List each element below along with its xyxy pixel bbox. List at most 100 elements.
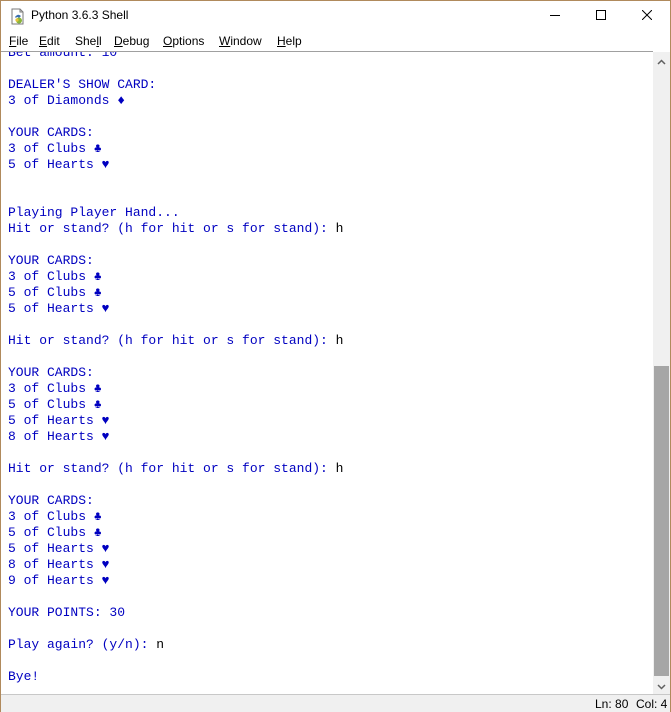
close-icon xyxy=(641,7,653,25)
output-text: 8 of Hearts ♥ xyxy=(8,429,110,444)
shell-line: YOUR CARDS: xyxy=(8,365,343,381)
shell-line: 5 of Clubs ♣ xyxy=(8,397,343,413)
output-text: YOUR CARDS: xyxy=(8,365,94,380)
menu-edit[interactable]: Edit xyxy=(39,34,60,48)
output-text: 5 of Hearts ♥ xyxy=(8,157,110,172)
status-bar: Ln: 80 Col: 4 xyxy=(1,694,670,712)
shell-line: 5 of Hearts ♥ xyxy=(8,157,343,173)
shell-line: DEALER'S SHOW CARD: xyxy=(8,77,343,93)
menu-window[interactable]: Window xyxy=(219,34,262,48)
shell-line: Bet amount: 10 xyxy=(8,51,343,61)
output-text: 5 of Clubs ♣ xyxy=(8,525,102,540)
user-input: h xyxy=(335,461,344,476)
output-text: DEALER'S SHOW CARD: xyxy=(8,77,157,92)
shell-line: Playing Player Hand... xyxy=(8,205,343,221)
shell-line: 3 of Diamonds ♦ xyxy=(8,93,343,109)
maximize-icon xyxy=(596,7,606,25)
output-text: 9 of Hearts ♥ xyxy=(8,573,110,588)
shell-line: Hit or stand? (h for hit or s for stand)… xyxy=(8,333,343,349)
shell-line: Bye! xyxy=(8,669,343,685)
close-button[interactable] xyxy=(624,1,670,31)
output-text: YOUR CARDS: xyxy=(8,493,94,508)
vertical-scrollbar[interactable] xyxy=(653,52,670,694)
shell-line: YOUR CARDS: xyxy=(8,493,343,509)
shell-line: 9 of Hearts ♥ xyxy=(8,573,343,589)
shell-line: Hit or stand? (h for hit or s for stand)… xyxy=(8,221,343,237)
output-text: 3 of Clubs ♣ xyxy=(8,269,102,284)
output-text: 5 of Hearts ♥ xyxy=(8,413,110,428)
output-text: 3 of Clubs ♣ xyxy=(8,141,102,156)
menu-options[interactable]: Options xyxy=(163,34,204,48)
output-text: 3 of Clubs ♣ xyxy=(8,381,102,396)
output-text: 3 of Clubs ♣ xyxy=(8,509,102,524)
menu-debug[interactable]: Debug xyxy=(114,34,149,48)
idle-python-icon xyxy=(10,8,26,25)
output-text: Hit or stand? (h for hit or s for stand)… xyxy=(8,461,336,476)
menu-file[interactable]: File xyxy=(9,34,28,48)
shell-line: 3 of Clubs ♣ xyxy=(8,509,343,525)
output-text: 3 of Diamonds ♦ xyxy=(8,93,126,108)
shell-output[interactable]: Bet amount: 10 DEALER'S SHOW CARD: 3 of Di… xyxy=(8,51,343,685)
output-text: 5 of Clubs ♣ xyxy=(8,285,102,300)
shell-line: 3 of Clubs ♣ xyxy=(8,269,343,285)
menu-shell[interactable]: Shell xyxy=(75,34,102,48)
output-text: Bye! xyxy=(8,669,40,684)
minimize-button[interactable] xyxy=(532,1,578,31)
output-text: Playing Player Hand... xyxy=(8,205,180,220)
output-text: 5 of Clubs ♣ xyxy=(8,397,102,412)
minimize-icon xyxy=(550,7,560,25)
column-number: Col: 4 xyxy=(636,697,668,711)
output-text: 8 of Hearts ♥ xyxy=(8,557,110,572)
output-text: Hit or stand? (h for hit or s for stand)… xyxy=(8,221,336,236)
shell-line: 5 of Hearts ♥ xyxy=(8,541,343,557)
menu-help[interactable]: Help xyxy=(277,34,302,48)
output-text: YOUR CARDS: xyxy=(8,125,94,140)
scroll-down-button[interactable] xyxy=(653,677,670,694)
output-text: Play again? (y/n): xyxy=(8,637,157,652)
idle-shell-window: Python 3.6.3 Shell File Edit Shell Debug Opt… xyxy=(0,0,671,712)
title-bar[interactable]: Python 3.6.3 Shell xyxy=(1,1,670,31)
shell-line: Hit or stand? (h for hit or s for stand)… xyxy=(8,461,343,477)
scrollbar-thumb[interactable] xyxy=(654,366,669,676)
user-input: n xyxy=(156,637,165,652)
output-text: YOUR POINTS: 30 xyxy=(8,605,126,620)
output-text: 5 of Hearts ♥ xyxy=(8,541,110,556)
user-input: h xyxy=(335,333,344,348)
output-text: YOUR CARDS: xyxy=(8,253,94,268)
maximize-button[interactable] xyxy=(578,1,624,31)
shell-line: 8 of Hearts ♥ xyxy=(8,429,343,445)
output-text: Bet amount: 10 xyxy=(8,51,118,60)
line-number: Ln: 80 xyxy=(595,697,629,711)
shell-line: 5 of Clubs ♣ xyxy=(8,285,343,301)
menu-bar: File Edit Shell Debug Options Window Help xyxy=(1,31,670,51)
shell-line: 5 of Clubs ♣ xyxy=(8,525,343,541)
shell-line: 8 of Hearts ♥ xyxy=(8,557,343,573)
user-input: h xyxy=(335,221,344,236)
output-text: 5 of Hearts ♥ xyxy=(8,301,110,316)
shell-line: Play again? (y/n): n xyxy=(8,637,343,653)
shell-text-area[interactable]: Bet amount: 10 DEALER'S SHOW CARD: 3 of Di… xyxy=(1,51,653,695)
chevron-down-icon xyxy=(657,677,666,695)
scroll-up-button[interactable] xyxy=(653,52,670,69)
shell-line: YOUR CARDS: xyxy=(8,253,343,269)
window-title: Python 3.6.3 Shell xyxy=(31,8,129,22)
shell-line: YOUR POINTS: 30 xyxy=(8,605,343,621)
chevron-up-icon xyxy=(657,52,666,70)
shell-line: YOUR CARDS: xyxy=(8,125,343,141)
shell-line: 3 of Clubs ♣ xyxy=(8,141,343,157)
shell-line: 5 of Hearts ♥ xyxy=(8,301,343,317)
output-text: Hit or stand? (h for hit or s for stand)… xyxy=(8,333,336,348)
shell-line: 5 of Hearts ♥ xyxy=(8,413,343,429)
